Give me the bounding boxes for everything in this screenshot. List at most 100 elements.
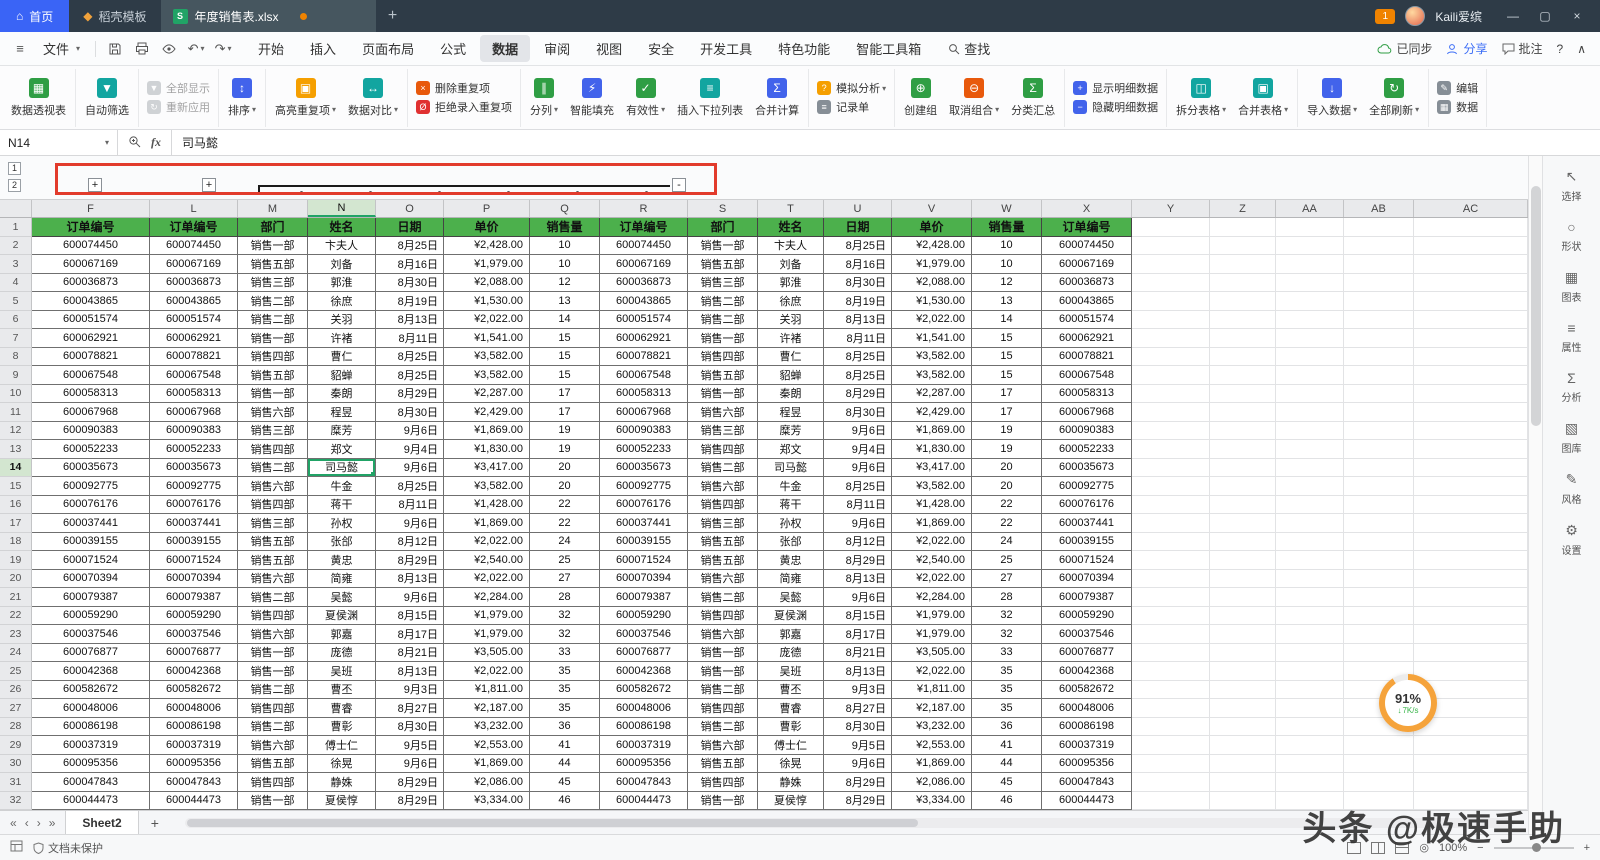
cell-AC3[interactable] [1414, 255, 1528, 274]
cell-X8[interactable]: 600078821 [1042, 347, 1132, 366]
row-header-32[interactable]: 32 [0, 791, 32, 810]
cell-AA10[interactable] [1276, 384, 1344, 403]
cell-O16[interactable]: 8月11日 [376, 495, 444, 514]
sheet-tab-sheet2[interactable]: Sheet2 [65, 811, 139, 834]
cell-Q16[interactable]: 22 [530, 495, 600, 514]
cell-AB15[interactable] [1344, 477, 1414, 496]
column-header-X[interactable]: X [1042, 200, 1132, 217]
cell-T19[interactable]: 黄忠 [758, 551, 824, 570]
row-header-26[interactable]: 26 [0, 680, 32, 699]
cell-T21[interactable]: 吴懿 [758, 588, 824, 607]
cell-AC24[interactable] [1414, 643, 1528, 662]
cell-R15[interactable]: 600092775 [600, 477, 688, 496]
cell-W14[interactable]: 20 [972, 458, 1042, 477]
cell-Y15[interactable] [1132, 477, 1210, 496]
cell-Z14[interactable] [1210, 458, 1276, 477]
cell-L30[interactable]: 600095356 [150, 754, 238, 773]
cell-Y3[interactable] [1132, 255, 1210, 274]
cell-V16[interactable]: ¥1,428.00 [892, 495, 972, 514]
cell-Y30[interactable] [1132, 754, 1210, 773]
redo-icon[interactable]: ↷ ▾ [211, 38, 235, 60]
cell-P3[interactable]: ¥1,979.00 [444, 255, 530, 274]
cell-R5[interactable]: 600043865 [600, 292, 688, 311]
cell-X12[interactable]: 600090383 [1042, 421, 1132, 440]
cell-V14[interactable]: ¥3,417.00 [892, 458, 972, 477]
cell-N32[interactable]: 夏侯惇 [308, 791, 376, 810]
cell-Q20[interactable]: 27 [530, 569, 600, 588]
cell-T1[interactable]: 姓名 [758, 218, 824, 237]
cell-Y6[interactable] [1132, 310, 1210, 329]
cell-R32[interactable]: 600044473 [600, 791, 688, 810]
cell-P22[interactable]: ¥1,979.00 [444, 606, 530, 625]
cell-Y8[interactable] [1132, 347, 1210, 366]
cell-Y13[interactable] [1132, 440, 1210, 459]
cell-M20[interactable]: 销售六部 [238, 569, 308, 588]
cell-S12[interactable]: 销售三部 [688, 421, 758, 440]
cell-AB3[interactable] [1344, 255, 1414, 274]
cell-Y22[interactable] [1132, 606, 1210, 625]
cell-R25[interactable]: 600042368 [600, 662, 688, 681]
cell-L19[interactable]: 600071524 [150, 551, 238, 570]
ribbon-highlight-dup-button[interactable]: ▣ 高亮重复项 ▾ [269, 76, 342, 120]
row-header-25[interactable]: 25 [0, 662, 32, 681]
cell-V22[interactable]: ¥1,979.00 [892, 606, 972, 625]
cell-T9[interactable]: 貂蝉 [758, 366, 824, 385]
cell-Q26[interactable]: 35 [530, 680, 600, 699]
cell-X23[interactable]: 600037546 [1042, 625, 1132, 644]
column-header-AC[interactable]: AC [1414, 200, 1528, 217]
cell-Z26[interactable] [1210, 680, 1276, 699]
cell-AA29[interactable] [1276, 736, 1344, 755]
cell-R18[interactable]: 600039155 [600, 532, 688, 551]
cell-Y9[interactable] [1132, 366, 1210, 385]
vertical-scrollbar[interactable] [1528, 156, 1542, 834]
cell-V11[interactable]: ¥2,429.00 [892, 403, 972, 422]
cell-AB19[interactable] [1344, 551, 1414, 570]
cell-T5[interactable]: 徐庶 [758, 292, 824, 311]
cell-P18[interactable]: ¥2,022.00 [444, 532, 530, 551]
outline-level-2-button[interactable]: 2 [8, 179, 21, 192]
cell-AC19[interactable] [1414, 551, 1528, 570]
cell-V30[interactable]: ¥1,869.00 [892, 754, 972, 773]
protection-status[interactable]: 文档未保护 [33, 840, 103, 856]
cell-W18[interactable]: 24 [972, 532, 1042, 551]
cell-O3[interactable]: 8月16日 [376, 255, 444, 274]
cell-Q6[interactable]: 14 [530, 310, 600, 329]
cell-S28[interactable]: 销售二部 [688, 717, 758, 736]
cell-S8[interactable]: 销售四部 [688, 347, 758, 366]
cell-O8[interactable]: 8月25日 [376, 347, 444, 366]
cell-V27[interactable]: ¥2,187.00 [892, 699, 972, 718]
cell-F20[interactable]: 600070394 [32, 569, 150, 588]
cell-W20[interactable]: 27 [972, 569, 1042, 588]
cell-M30[interactable]: 销售五部 [238, 754, 308, 773]
cell-Z8[interactable] [1210, 347, 1276, 366]
cell-P8[interactable]: ¥3,582.00 [444, 347, 530, 366]
new-document-tab-button[interactable]: + [376, 7, 410, 25]
cell-Y32[interactable] [1132, 791, 1210, 810]
cell-L2[interactable]: 600074450 [150, 236, 238, 255]
cell-O24[interactable]: 8月21日 [376, 643, 444, 662]
column-header-F[interactable]: F [32, 200, 150, 217]
cell-T6[interactable]: 关羽 [758, 310, 824, 329]
cell-N7[interactable]: 许褚 [308, 329, 376, 348]
cell-U12[interactable]: 9月6日 [824, 421, 892, 440]
cell-AC17[interactable] [1414, 514, 1528, 533]
cell-L17[interactable]: 600037441 [150, 514, 238, 533]
sidebar-item-图表[interactable]: ▦ 图表 [1562, 269, 1582, 304]
cell-AC9[interactable] [1414, 366, 1528, 385]
cell-X15[interactable]: 600092775 [1042, 477, 1132, 496]
row-header-12[interactable]: 12 [0, 421, 32, 440]
cell-R8[interactable]: 600078821 [600, 347, 688, 366]
row-header-27[interactable]: 27 [0, 699, 32, 718]
cell-U25[interactable]: 8月13日 [824, 662, 892, 681]
sync-status[interactable]: 已同步 [1377, 40, 1432, 57]
cell-U27[interactable]: 8月27日 [824, 699, 892, 718]
cell-T17[interactable]: 孙权 [758, 514, 824, 533]
column-header-Q[interactable]: Q [530, 200, 600, 217]
cell-S10[interactable]: 销售一部 [688, 384, 758, 403]
cell-T11[interactable]: 程昱 [758, 403, 824, 422]
cell-F5[interactable]: 600043865 [32, 292, 150, 311]
cell-F31[interactable]: 600047843 [32, 773, 150, 792]
cell-S2[interactable]: 销售一部 [688, 236, 758, 255]
cell-O20[interactable]: 8月13日 [376, 569, 444, 588]
undo-icon[interactable]: ↶ ▾ [184, 38, 208, 60]
